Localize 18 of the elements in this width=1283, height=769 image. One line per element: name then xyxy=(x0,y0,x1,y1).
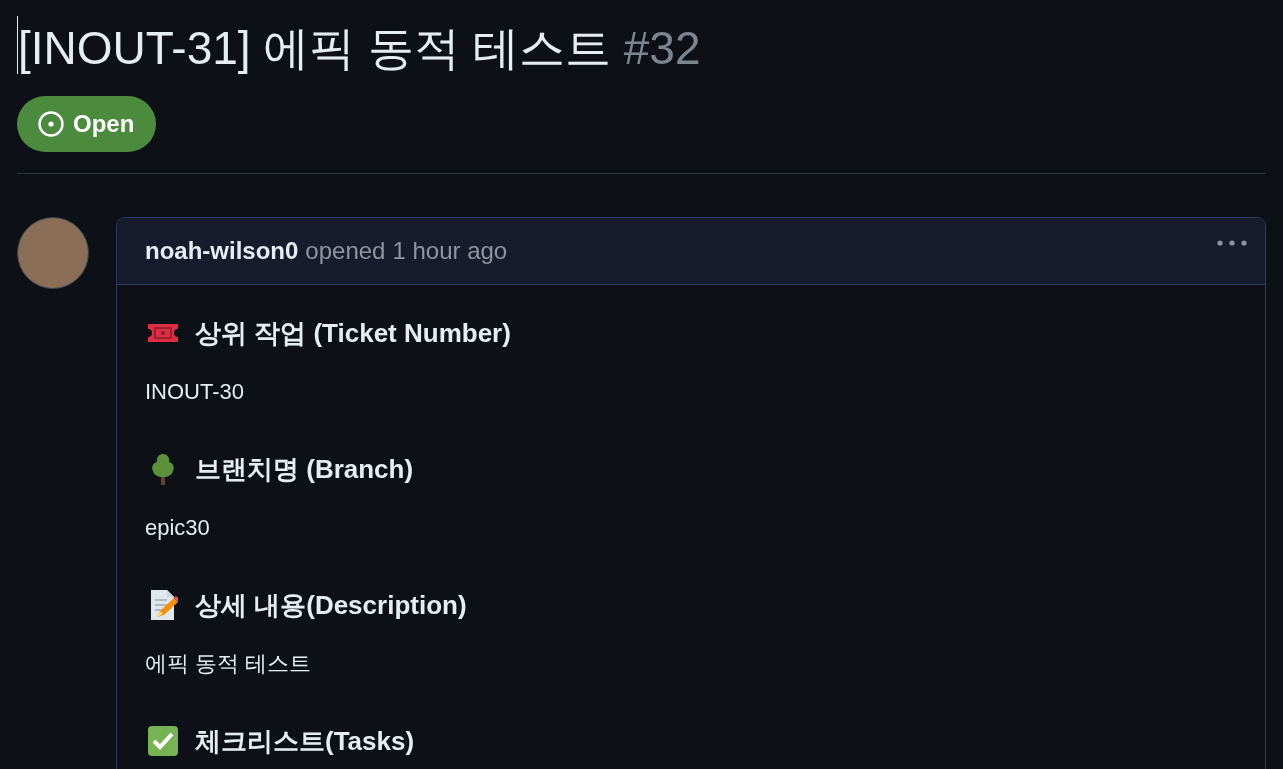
section-text: INOUT-30 xyxy=(145,379,246,405)
ellipsis-icon xyxy=(1217,240,1247,246)
section-heading: 상위 작업 (Ticket Number) xyxy=(195,316,511,350)
status-badge: Open xyxy=(17,96,157,152)
title-text: [INOUT-31] 에픽 동적 테스트 xyxy=(18,22,611,74)
action-text: opened xyxy=(305,237,386,265)
section-text: epic30 xyxy=(145,515,211,541)
section-text: 에픽 동적 테스트 xyxy=(145,651,313,677)
section-heading: 체크리스트(Tasks) xyxy=(195,724,415,758)
checkbox-icon xyxy=(147,725,179,757)
issue-number: #32 xyxy=(623,22,701,74)
author-link[interactable]: noah-wilson0 xyxy=(145,237,299,265)
memo-icon xyxy=(148,588,178,622)
text-cursor xyxy=(17,16,18,74)
section-heading: 상세 내용(Description) xyxy=(195,588,467,622)
section-heading: 브랜치명 (Branch) xyxy=(195,452,414,486)
status-icon xyxy=(37,110,65,138)
timestamp-link[interactable]: 1 hour ago xyxy=(392,237,508,265)
